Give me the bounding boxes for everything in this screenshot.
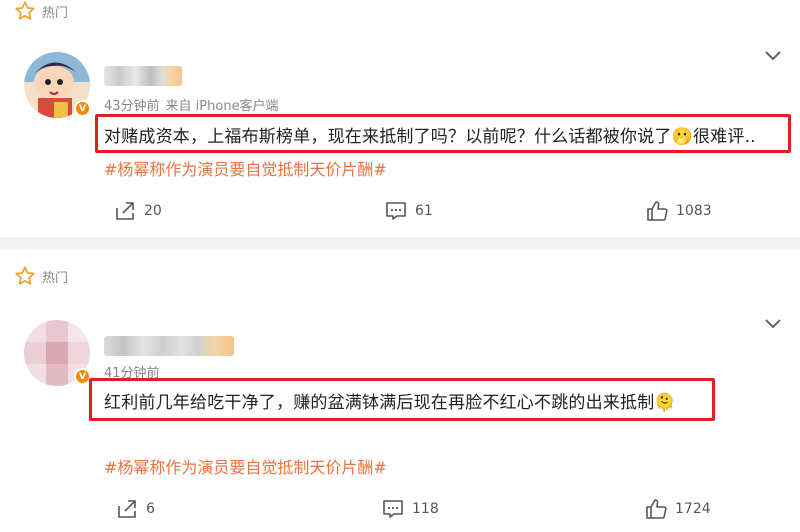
share-icon: [116, 202, 134, 220]
share-count: 20: [144, 203, 162, 219]
verified-badge-icon: V: [74, 100, 91, 117]
star-icon: [15, 1, 35, 20]
comment-icon: [386, 202, 406, 220]
post-source: 来自 iPhone客户端: [165, 99, 279, 114]
share-icon: [118, 500, 136, 518]
hashtag-link[interactable]: #杨幂称作为演员要自觉抵制天价片酬#: [104, 156, 387, 180]
hashtag-link[interactable]: #杨幂称作为演员要自觉抵制天价片酬#: [104, 454, 387, 478]
like-count: 1724: [675, 501, 711, 517]
comment-icon: [383, 500, 403, 518]
hot-label: 热门: [14, 0, 68, 22]
chevron-down-icon[interactable]: [764, 318, 782, 330]
share-button[interactable]: 6: [116, 498, 155, 520]
hot-label-text: 热门: [42, 5, 69, 21]
comment-count: 118: [412, 501, 439, 517]
like-count: 1083: [676, 203, 712, 219]
chevron-down-icon[interactable]: [764, 50, 782, 62]
like-icon: [647, 201, 668, 221]
comment-text: 对赌成资本，上福布斯榜单，现在来抵制了吗？以前呢？什么话都被你说了🫢很难评..: [104, 127, 756, 147]
post-time: 43分钟前: [104, 99, 160, 114]
like-icon: [646, 499, 667, 519]
username-blurred[interactable]: [104, 336, 234, 356]
star-icon: [15, 266, 35, 285]
username-blurred[interactable]: [104, 66, 182, 86]
hot-label-text: 热门: [42, 270, 69, 286]
share-button[interactable]: 20: [114, 200, 162, 222]
like-button[interactable]: 1083: [646, 200, 712, 222]
hot-label: 热门: [14, 265, 68, 287]
like-button[interactable]: 1724: [645, 498, 711, 520]
comment-count: 61: [415, 203, 433, 219]
comment-button[interactable]: 61: [385, 200, 433, 222]
share-count: 6: [146, 501, 155, 517]
post-meta: 43分钟前 来自 iPhone客户端: [104, 95, 279, 114]
comment-button[interactable]: 118: [382, 498, 439, 520]
comment-text: 红利前几年给吃干净了，赚的盆满钵满后现在再脸不红心不跳的出来抵制🫠: [104, 393, 676, 413]
post-divider: [0, 237, 800, 249]
